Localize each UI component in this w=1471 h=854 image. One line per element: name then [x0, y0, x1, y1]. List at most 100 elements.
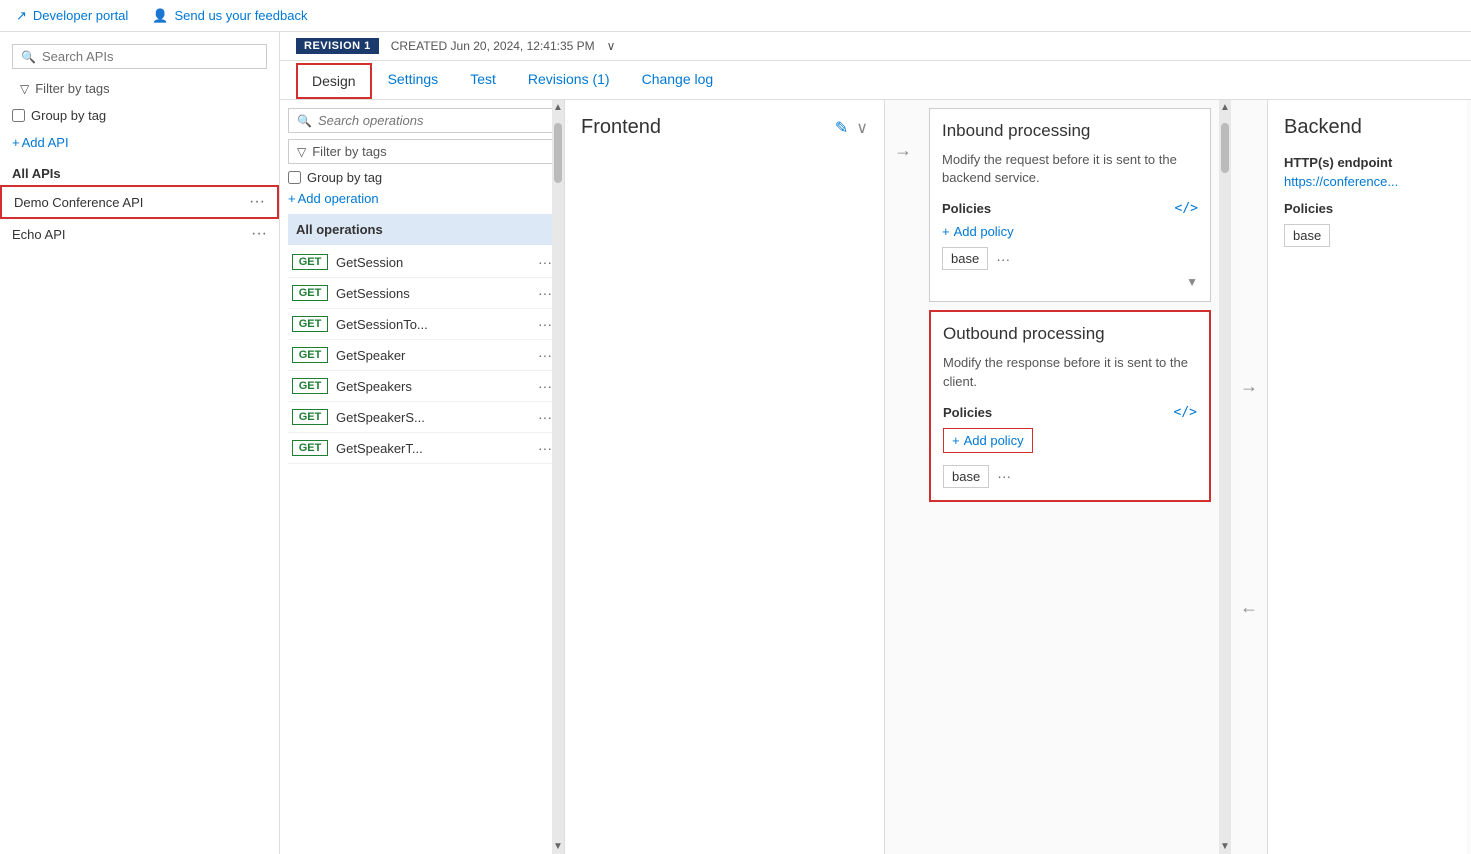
- inbound-policies-label: Policies: [942, 201, 991, 216]
- ops-scroll-down-icon[interactable]: ▼: [551, 839, 565, 854]
- feedback-link[interactable]: 👤 Send us your feedback: [152, 8, 307, 24]
- backend-base-label: base: [1293, 228, 1321, 243]
- outbound-base-dots[interactable]: ···: [997, 468, 1011, 484]
- ops-scroll-up-icon[interactable]: ▲: [551, 100, 565, 115]
- ops-group-by[interactable]: Group by tag: [288, 170, 556, 185]
- op-method-getspeakers: GET: [292, 378, 328, 394]
- arrow-left-outbound-icon: ←: [1240, 597, 1258, 618]
- filter-icon: ▽: [20, 82, 29, 96]
- inbound-code-icon[interactable]: </>: [1175, 201, 1198, 216]
- frontend-actions: ✎ ∨: [835, 118, 868, 138]
- processing-vscrollbar[interactable]: ▲ ▼: [1219, 100, 1231, 854]
- backend-endpoint-value: https://conference...: [1284, 174, 1451, 189]
- developer-portal-label: Developer portal: [33, 8, 128, 23]
- ops-group-by-checkbox[interactable]: [288, 171, 301, 184]
- op-name-getsessionto: GetSessionTo...: [336, 317, 530, 332]
- developer-portal-link[interactable]: ↗ Developer portal: [16, 8, 128, 24]
- op-item-getsessionto[interactable]: GET GetSessionTo... ···: [288, 309, 556, 340]
- processing-scroll-thumb: [1221, 123, 1229, 173]
- arrow-right-icon: →: [894, 140, 912, 161]
- processing-scroll-down-icon[interactable]: ▼: [1218, 839, 1232, 854]
- frontend-edit-icon[interactable]: ✎: [835, 118, 848, 138]
- op-item-getsessions[interactable]: GET GetSessions ···: [288, 278, 556, 309]
- api-item-dots-echo[interactable]: ···: [251, 225, 267, 243]
- search-apis-input[interactable]: [42, 49, 258, 64]
- inbound-scroll-arrow[interactable]: ▼: [942, 274, 1198, 289]
- panels-area: 🔍 ▽ Filter by tags Group by tag: [280, 100, 1471, 854]
- inbound-base-policy[interactable]: base: [942, 247, 988, 270]
- api-item-echo[interactable]: Echo API ···: [0, 219, 279, 249]
- api-item-dots-demo[interactable]: ···: [249, 193, 265, 211]
- revision-date: CREATED Jun 20, 2024, 12:41:35 PM: [391, 39, 595, 53]
- outbound-policies-label: Policies: [943, 405, 992, 420]
- tab-test[interactable]: Test: [454, 61, 512, 99]
- feedback-icon: 👤: [152, 8, 168, 24]
- sidebar-group-by[interactable]: Group by tag: [12, 108, 267, 123]
- op-name-getsessions: GetSessions: [336, 286, 530, 301]
- sidebar-filter[interactable]: ▽ Filter by tags: [12, 77, 267, 100]
- external-link-icon: ↗: [16, 8, 27, 24]
- op-dots-getsessionto[interactable]: ···: [538, 316, 552, 332]
- frontend-chevron-icon[interactable]: ∨: [856, 118, 868, 138]
- operations-scroll-content: 🔍 ▽ Filter by tags Group by tag: [280, 100, 564, 854]
- op-item-getsession[interactable]: GET GetSession ···: [288, 247, 556, 278]
- ops-search-box[interactable]: 🔍: [288, 108, 556, 133]
- search-icon: 🔍: [21, 50, 36, 64]
- inbound-base-label: base: [951, 251, 979, 266]
- tab-changelog[interactable]: Change log: [626, 61, 730, 99]
- all-operations-item[interactable]: All operations: [288, 214, 556, 245]
- op-dots-getsession[interactable]: ···: [538, 254, 552, 270]
- all-operations-label: All operations: [296, 222, 383, 237]
- tab-changelog-label: Change log: [642, 71, 714, 87]
- sidebar-search-box[interactable]: 🔍: [12, 44, 267, 69]
- op-dots-getspeakers[interactable]: ···: [538, 378, 552, 394]
- op-method-getspeakers2: GET: [292, 409, 328, 425]
- inbound-base-dots[interactable]: ···: [996, 251, 1010, 267]
- tab-revisions[interactable]: Revisions (1): [512, 61, 626, 99]
- processing-scroll-up-icon[interactable]: ▲: [1218, 100, 1232, 115]
- op-dots-getsessions[interactable]: ···: [538, 285, 552, 301]
- op-dots-getspeakers2[interactable]: ···: [538, 409, 552, 425]
- inbound-add-policy-button[interactable]: + Add policy: [942, 224, 1198, 239]
- revision-chevron-icon[interactable]: ∨: [607, 39, 616, 53]
- outbound-base-label: base: [952, 469, 980, 484]
- design-main: Frontend ✎ ∨ → In: [565, 100, 1471, 854]
- tab-design[interactable]: Design: [296, 63, 372, 99]
- outbound-base-policy[interactable]: base: [943, 465, 989, 488]
- op-dots-getspeakert[interactable]: ···: [538, 440, 552, 456]
- api-name-demo: Demo Conference API: [14, 195, 143, 210]
- outbound-policies-row: Policies </>: [943, 405, 1197, 420]
- backend-policies-label: Policies: [1284, 201, 1451, 216]
- ops-search-input[interactable]: [318, 113, 547, 128]
- op-item-getspeakers[interactable]: GET GetSpeakers ···: [288, 371, 556, 402]
- op-method-getsessionto: GET: [292, 316, 328, 332]
- ops-filter[interactable]: ▽ Filter by tags: [288, 139, 556, 164]
- arrow-frontend-inbound: →: [885, 100, 921, 854]
- inbound-desc: Modify the request before it is sent to …: [942, 151, 1198, 187]
- add-operation-button[interactable]: + Add operation: [288, 191, 556, 206]
- op-item-getspeakers2[interactable]: GET GetSpeakerS... ···: [288, 402, 556, 433]
- op-item-getspeakert[interactable]: GET GetSpeakerT... ···: [288, 433, 556, 464]
- api-name-echo: Echo API: [12, 227, 65, 242]
- ops-vscrollbar[interactable]: ▲ ▼: [552, 100, 564, 854]
- op-item-getspeaker[interactable]: GET GetSpeaker ···: [288, 340, 556, 371]
- op-name-getsession: GetSession: [336, 255, 530, 270]
- group-by-checkbox[interactable]: [12, 109, 25, 122]
- feedback-label: Send us your feedback: [174, 8, 307, 23]
- backend-base-policy[interactable]: base: [1284, 224, 1330, 247]
- filter-label: Filter by tags: [35, 81, 109, 96]
- op-dots-getspeaker[interactable]: ···: [538, 347, 552, 363]
- frontend-panel: Frontend ✎ ∨: [565, 100, 885, 854]
- op-method-getsession: GET: [292, 254, 328, 270]
- outbound-code-icon[interactable]: </>: [1174, 405, 1197, 420]
- inbound-down-icon: ▼: [1186, 275, 1198, 289]
- api-item-demo[interactable]: Demo Conference API ···: [0, 185, 279, 219]
- revision-badge: REVISION 1: [296, 38, 379, 54]
- op-method-getspeaker: GET: [292, 347, 328, 363]
- processing-scroll-area: Inbound processing Modify the request be…: [921, 100, 1231, 854]
- tab-settings[interactable]: Settings: [372, 61, 455, 99]
- op-method-getsessions: GET: [292, 285, 328, 301]
- add-api-button[interactable]: + Add API: [12, 135, 267, 150]
- outbound-base-row: base ···: [943, 465, 1197, 488]
- outbound-add-policy-button[interactable]: + Add policy: [943, 428, 1033, 453]
